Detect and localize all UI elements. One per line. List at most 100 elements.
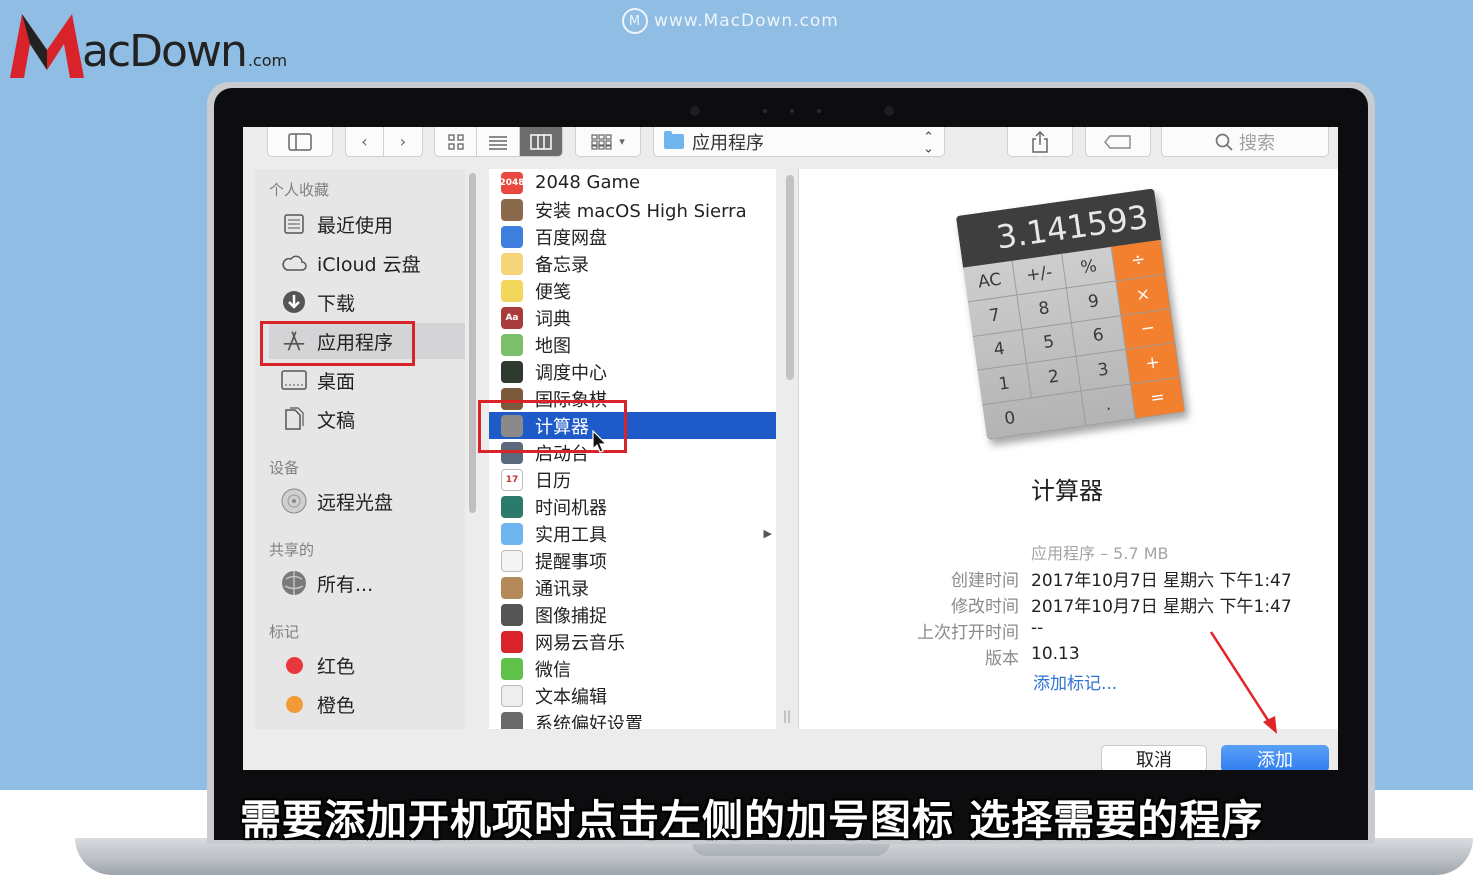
- chevron-left-icon: ‹: [361, 132, 368, 151]
- sidebar-section-tags: 标记: [269, 623, 300, 641]
- columns-icon: [530, 133, 552, 150]
- modified-label: 修改时间: [951, 597, 1019, 617]
- logo-m-mark: [10, 14, 84, 78]
- chevron-right-icon: ›: [399, 132, 407, 151]
- modified-value: 2017年10月7日 星期六 下午1:47: [1031, 597, 1292, 617]
- utilities-folder-icon: [501, 522, 523, 545]
- file-row[interactable]: 时间机器: [489, 493, 776, 520]
- sidebar-item-downloads[interactable]: 下载: [269, 284, 465, 320]
- file-row[interactable]: 提醒事项: [489, 547, 776, 574]
- file-row[interactable]: 备忘录: [489, 250, 776, 277]
- tags-button[interactable]: [1085, 127, 1151, 157]
- file-row[interactable]: 系统偏好设置: [489, 709, 776, 729]
- preview-kind-size: 应用程序 – 5.7 MB: [1031, 544, 1169, 563]
- location-popup[interactable]: 应用程序 ⌃ ⌃: [653, 127, 945, 157]
- file-name: 实用工具: [535, 524, 607, 546]
- file-row[interactable]: 调度中心: [489, 358, 776, 385]
- chevron-down-icon: ▾: [619, 135, 625, 148]
- back-button[interactable]: ‹: [346, 127, 385, 156]
- sidebar-item-all-shared[interactable]: 所有...: [269, 565, 465, 601]
- file-name: 时间机器: [535, 497, 607, 519]
- grid-icon: [448, 133, 464, 150]
- calculator-body: 3.141593 AC +/-% ÷ 7 8 9 × 4 5 6−1 2 3 +0. =: [955, 188, 1186, 440]
- dialog-button-bar: 取消 添加: [243, 729, 1338, 770]
- highlight-box-applications: [260, 321, 415, 366]
- file-row[interactable]: 微信: [489, 655, 776, 682]
- forward-button[interactable]: ›: [384, 127, 422, 156]
- column-resize-handle[interactable]: ||: [783, 709, 791, 723]
- sensor-dot-1: [763, 109, 767, 113]
- group-by-dropdown[interactable]: ▾: [575, 127, 641, 157]
- file-row[interactable]: 2048 2048 Game: [489, 169, 776, 196]
- network-icon: [281, 571, 307, 595]
- sidebar-toggle-icon: [288, 132, 312, 151]
- sidebar-item-documents[interactable]: 文稿: [269, 401, 465, 437]
- red-tag-dot-icon: [281, 654, 307, 676]
- column-view-button[interactable]: [519, 127, 562, 156]
- sidebar-item-label: 红色: [317, 655, 356, 678]
- camera-icon: [884, 106, 894, 116]
- file-name: 地图: [535, 335, 571, 357]
- file-row[interactable]: 安装 macOS High Sierra: [489, 196, 776, 223]
- file-list-scrollbar[interactable]: [786, 175, 794, 380]
- sidebar-item-label: iCloud 云盘: [317, 253, 421, 276]
- contacts-icon: [501, 576, 523, 599]
- sidebar-item-remote-disc[interactable]: 远程光盘: [269, 483, 465, 519]
- version-label: 版本: [985, 649, 1019, 669]
- sidebar-item-label: 桌面: [317, 370, 356, 393]
- notes-icon: [501, 252, 523, 275]
- file-row[interactable]: 便笺: [489, 277, 776, 304]
- last-opened-label: 上次打开时间: [917, 623, 1019, 643]
- dialog-toolbar: ‹ › ▾ 应用程序 ⌃ ⌃ 搜索: [243, 127, 1338, 157]
- file-name: 安装 macOS High Sierra: [535, 200, 747, 222]
- sidebar-item-label: 文稿: [317, 409, 356, 432]
- file-row[interactable]: 网易云音乐: [489, 628, 776, 655]
- sidebar-item-label: 远程光盘: [317, 491, 394, 514]
- textedit-icon: [501, 684, 523, 707]
- file-row[interactable]: 文本编辑: [489, 682, 776, 709]
- recents-icon: [281, 213, 307, 235]
- sidebar-item-desktop[interactable]: 桌面: [269, 362, 465, 398]
- sidebar-toggle-button[interactable]: [267, 127, 333, 157]
- maps-icon: [501, 333, 523, 356]
- file-name: 微信: [535, 659, 571, 681]
- list-view-button[interactable]: [477, 127, 520, 156]
- cancel-button[interactable]: 取消: [1101, 745, 1207, 770]
- file-row[interactable]: 图像捕捉: [489, 601, 776, 628]
- last-opened-value: --: [1031, 618, 1044, 638]
- file-row[interactable]: 通讯录: [489, 574, 776, 601]
- sidebar-scrollbar[interactable]: [469, 173, 476, 513]
- share-button[interactable]: [1007, 127, 1073, 157]
- sidebar-section-devices: 设备: [269, 459, 300, 477]
- file-name: 2048 Game: [535, 172, 641, 193]
- sidebar-tag-orange[interactable]: 橙色: [269, 686, 465, 722]
- sidebar-item-recents[interactable]: 最近使用: [269, 206, 465, 242]
- add-tags-link[interactable]: 添加标记...: [1033, 669, 1117, 694]
- sidebar-item-icloud[interactable]: iCloud 云盘: [269, 245, 465, 281]
- file-row[interactable]: Aa 词典: [489, 304, 776, 331]
- sidebar-tag-red[interactable]: 红色: [269, 647, 465, 683]
- baidu-netdisk-icon: [501, 225, 523, 248]
- file-name: 日历: [535, 470, 571, 492]
- file-name: 调度中心: [535, 362, 607, 384]
- calculator-key: .: [1081, 384, 1136, 427]
- file-name: 文本编辑: [535, 686, 607, 708]
- share-icon: [1032, 130, 1048, 153]
- mouse-cursor-icon: [592, 430, 608, 453]
- file-row[interactable]: 地图: [489, 331, 776, 358]
- watermark-text: www.MacDown.com: [654, 11, 839, 31]
- time-machine-icon: [501, 495, 523, 518]
- search-field[interactable]: 搜索: [1161, 127, 1329, 157]
- disclosure-arrow-icon: ▶: [763, 527, 772, 540]
- preview-app-name: 计算器: [1031, 477, 1103, 505]
- icon-view-button[interactable]: [435, 127, 478, 156]
- dictionary-icon: Aa: [501, 306, 523, 329]
- sidebar-section-favorites: 个人收藏: [269, 181, 330, 199]
- file-row[interactable]: 百度网盘: [489, 223, 776, 250]
- list-icon: [489, 135, 508, 150]
- sidebar-item-label: 橙色: [317, 694, 356, 717]
- file-row[interactable]: 17 日历: [489, 466, 776, 493]
- folder-icon: [664, 131, 684, 149]
- file-row[interactable]: 实用工具 ▶: [489, 520, 776, 547]
- add-button[interactable]: 添加: [1221, 745, 1329, 770]
